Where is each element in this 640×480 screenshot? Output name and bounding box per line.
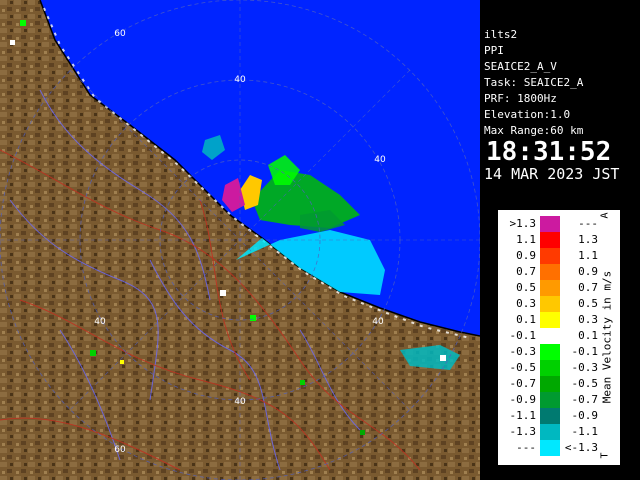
- legend-color-swatch: [540, 296, 560, 312]
- legend-title: Mean Velocity in m/s: [600, 270, 614, 404]
- radar-ppi-map: 60 40 40 40 40 40 60: [0, 0, 480, 480]
- legend-color-swatch: [540, 424, 560, 440]
- scan-info-panel: ilts2 PPI SEAICE2_A_V Task: SEAICE2_A PR…: [480, 24, 640, 184]
- legend-color-swatch: [540, 248, 560, 264]
- max-range-value: Max Range:60 km: [484, 124, 584, 137]
- legend-high-value: -0.7: [571, 393, 599, 406]
- legend-marker-bottom: T: [599, 452, 611, 459]
- legend-high-value: -0.9: [571, 409, 599, 422]
- legend-high-value: -1.1: [571, 425, 599, 438]
- velocity-legend: >1.3 --- 1.1 1.3 0.9 1.1 0.7 0.9 0.5 0.7 0.3 0.5 0.1…: [498, 210, 620, 465]
- legend-low-value: -0.9: [509, 393, 537, 406]
- site-name: ilts2: [484, 28, 518, 41]
- prf-value: PRF: 1800Hz: [484, 92, 557, 105]
- legend-low-value: >1.3: [509, 217, 537, 230]
- legend-color-swatch: [540, 360, 560, 376]
- legend-color-swatch: [540, 216, 560, 232]
- elevation-value: Elevation:1.0: [484, 108, 571, 121]
- legend-high-value: 0.5: [578, 297, 598, 310]
- legend-high-value: 0.7: [578, 281, 598, 294]
- legend-low-value: ---: [516, 441, 536, 454]
- azimuth-lines: [0, 0, 480, 480]
- legend-low-value: -1.3: [509, 425, 537, 438]
- legend-low-value: -0.7: [509, 377, 537, 390]
- task-name: Task: SEAICE2_A: [484, 76, 584, 89]
- legend-color-swatch: [540, 408, 560, 424]
- legend-low-value: 0.9: [516, 249, 536, 262]
- scan-name: SEAICE2_A_V: [484, 60, 557, 73]
- legend-high-value: 0.1: [578, 329, 598, 342]
- legend-color-swatch: [540, 232, 560, 248]
- ring-label: 60: [114, 445, 126, 455]
- legend-color-swatch: [540, 344, 560, 360]
- legend-color-swatch: [540, 312, 560, 328]
- legend-high-value: -0.3: [571, 361, 599, 374]
- legend-high-value: -0.1: [571, 345, 599, 358]
- ring-label: 40: [234, 75, 246, 85]
- legend-low-value: -0.5: [509, 361, 537, 374]
- legend-low-value: 0.1: [516, 313, 536, 326]
- legend-low-value: 0.7: [516, 265, 536, 278]
- legend-color-swatch: [540, 440, 560, 456]
- legend-color-swatch: [540, 264, 560, 280]
- ring-label: 60: [114, 29, 126, 39]
- scan-time: 18:31:52: [486, 137, 612, 167]
- legend-high-value: 0.9: [578, 265, 598, 278]
- legend-low-value: -0.3: [509, 345, 537, 358]
- ring-label: 40: [234, 397, 246, 407]
- legend-low-value: -0.1: [509, 329, 537, 342]
- legend-color-swatch: [540, 328, 560, 344]
- legend-low-value: 1.1: [516, 233, 536, 246]
- legend-title-strip: Mean Velocity in m/s A T: [594, 210, 620, 465]
- legend-low-value: 0.5: [516, 281, 536, 294]
- legend-high-value: <-1.3: [564, 441, 598, 454]
- legend-low-value: 0.3: [516, 297, 536, 310]
- legend-high-value: 1.1: [578, 249, 598, 262]
- scan-date: 14 MAR 2023 JST: [484, 165, 620, 183]
- legend-low-value: -1.1: [509, 409, 537, 422]
- legend-marker-top: A: [599, 212, 611, 219]
- legend-color-swatch: [540, 376, 560, 392]
- legend-high-value: -0.5: [571, 377, 599, 390]
- legend-high-value: 1.3: [578, 233, 598, 246]
- product-type: PPI: [484, 44, 504, 57]
- legend-high-value: 0.3: [578, 313, 598, 326]
- legend-color-swatch: [540, 280, 560, 296]
- legend-color-swatch: [540, 392, 560, 408]
- ring-label: 40: [374, 155, 386, 165]
- ring-label: 40: [372, 317, 384, 327]
- ring-label: 40: [94, 317, 106, 327]
- legend-high-value: ---: [578, 217, 598, 230]
